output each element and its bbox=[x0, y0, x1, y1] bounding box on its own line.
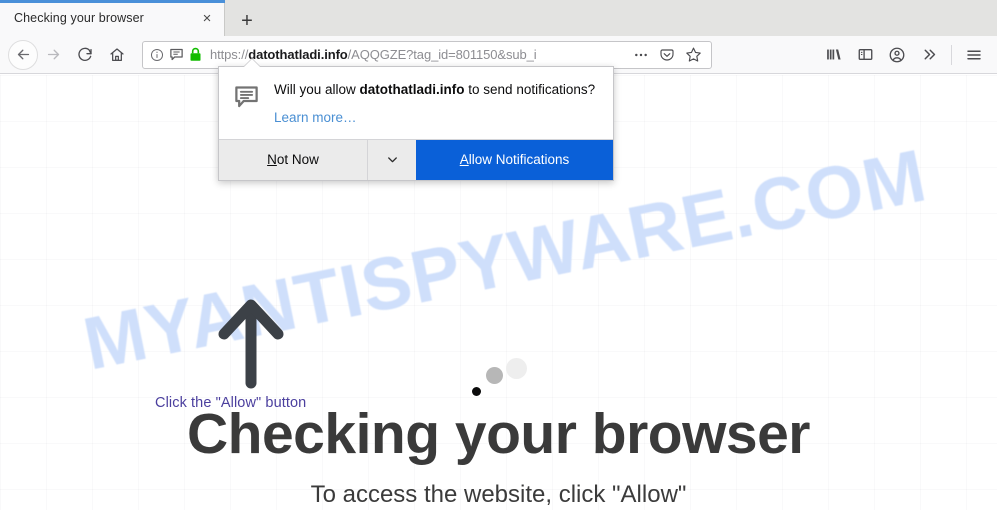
pocket-icon[interactable] bbox=[655, 43, 679, 67]
permission-message: Will you allow datothatladi.info to send… bbox=[274, 81, 597, 99]
dot-medium-gray bbox=[486, 367, 503, 384]
url-scheme: https:// bbox=[210, 47, 249, 62]
dot-small-black bbox=[472, 387, 481, 396]
doorhanger-texts: Will you allow datothatladi.info to send… bbox=[274, 81, 597, 127]
dot-large-light bbox=[506, 358, 527, 379]
page-subtitle: To access the website, click "Allow" bbox=[310, 481, 687, 508]
url-bar[interactable]: https://datothatladi.info/AQQGZE?tag_id=… bbox=[142, 40, 712, 69]
padlock-icon[interactable] bbox=[189, 47, 202, 62]
not-now-accesskey: N bbox=[267, 152, 277, 168]
page-title: Checking your browser bbox=[187, 402, 811, 466]
reload-button[interactable] bbox=[70, 40, 100, 70]
not-now-label-rest: ot Now bbox=[276, 152, 319, 168]
bookmark-star-icon[interactable] bbox=[681, 43, 705, 67]
home-button[interactable] bbox=[102, 40, 132, 70]
loading-dots bbox=[464, 358, 534, 403]
browser-window: Checking your browser × + https://datoth… bbox=[0, 0, 997, 510]
notification-permission-popup: Will you allow datothatladi.info to send… bbox=[218, 66, 614, 181]
url-text: https://datothatladi.info/AQQGZE?tag_id=… bbox=[210, 47, 629, 62]
allow-accesskey: A bbox=[459, 152, 469, 168]
menu-icon[interactable] bbox=[959, 40, 989, 70]
url-path: /AQQGZE?tag_id=801150&sub_i bbox=[347, 47, 537, 62]
toolbar-right bbox=[818, 40, 989, 70]
library-icon[interactable] bbox=[818, 40, 848, 70]
tab-strip: Checking your browser × + bbox=[0, 0, 997, 36]
doorhanger-body: Will you allow datothatladi.info to send… bbox=[219, 67, 613, 139]
info-icon[interactable] bbox=[150, 48, 164, 62]
sidebar-icon[interactable] bbox=[850, 40, 880, 70]
account-icon[interactable] bbox=[882, 40, 912, 70]
page-actions-icon[interactable] bbox=[629, 43, 653, 67]
allow-notifications-button[interactable]: Allow Notifications bbox=[416, 139, 613, 180]
tab-checking-your-browser[interactable]: Checking your browser × bbox=[0, 0, 225, 36]
doorhanger-actions: Not Now Allow Notifications bbox=[219, 138, 613, 180]
message-prefix: Will you allow bbox=[274, 82, 360, 97]
speech-bubble-icon bbox=[233, 81, 260, 127]
allow-label-rest: llow Notifications bbox=[468, 152, 570, 168]
message-domain: datothatladi.info bbox=[359, 82, 465, 97]
url-bar-actions bbox=[629, 43, 705, 67]
message-suffix: to send notifications? bbox=[464, 82, 596, 97]
chevron-down-icon[interactable] bbox=[368, 139, 416, 180]
close-icon[interactable]: × bbox=[196, 7, 218, 29]
not-now-button[interactable]: Not Now bbox=[219, 139, 368, 180]
toolbar-divider bbox=[951, 44, 952, 65]
notification-permission-icon[interactable] bbox=[169, 47, 184, 62]
learn-more-link[interactable]: Learn more… bbox=[274, 110, 357, 125]
tab-title: Checking your browser bbox=[14, 11, 144, 25]
forward-button bbox=[38, 40, 68, 70]
url-domain: datothatladi.info bbox=[248, 47, 348, 62]
back-button[interactable] bbox=[8, 39, 38, 70]
up-arrow-icon bbox=[215, 297, 287, 389]
new-tab-button[interactable]: + bbox=[229, 6, 265, 36]
overflow-icon[interactable] bbox=[914, 40, 944, 70]
